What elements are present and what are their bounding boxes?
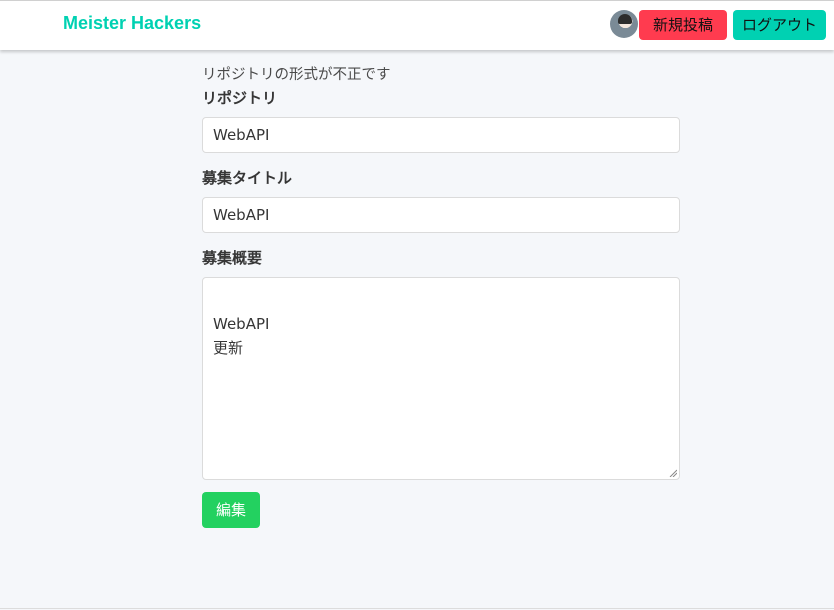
resize-grip-icon[interactable] xyxy=(669,469,677,477)
footer-divider xyxy=(0,608,834,609)
edit-button[interactable]: 編集 xyxy=(202,492,260,528)
summary-textarea[interactable]: WebAPI 更新 xyxy=(202,277,680,480)
new-post-button[interactable]: 新規投稿 xyxy=(639,10,727,40)
navbar: Meister Hackers 新規投稿 ログアウト xyxy=(0,0,834,50)
repository-label: リポジトリ xyxy=(202,89,278,107)
logout-button[interactable]: ログアウト xyxy=(733,10,826,40)
summary-label: 募集概要 xyxy=(202,249,263,267)
repository-input[interactable]: WebAPI xyxy=(202,117,680,153)
user-avatar[interactable] xyxy=(610,10,638,38)
summary-text: WebAPI 更新 xyxy=(213,315,270,357)
avatar-hair xyxy=(618,14,632,24)
error-message: リポジトリの形式が不正です xyxy=(202,67,391,83)
brand-logo[interactable]: Meister Hackers xyxy=(63,13,201,34)
title-label: 募集タイトル xyxy=(202,169,293,187)
title-input[interactable]: WebAPI xyxy=(202,197,680,233)
